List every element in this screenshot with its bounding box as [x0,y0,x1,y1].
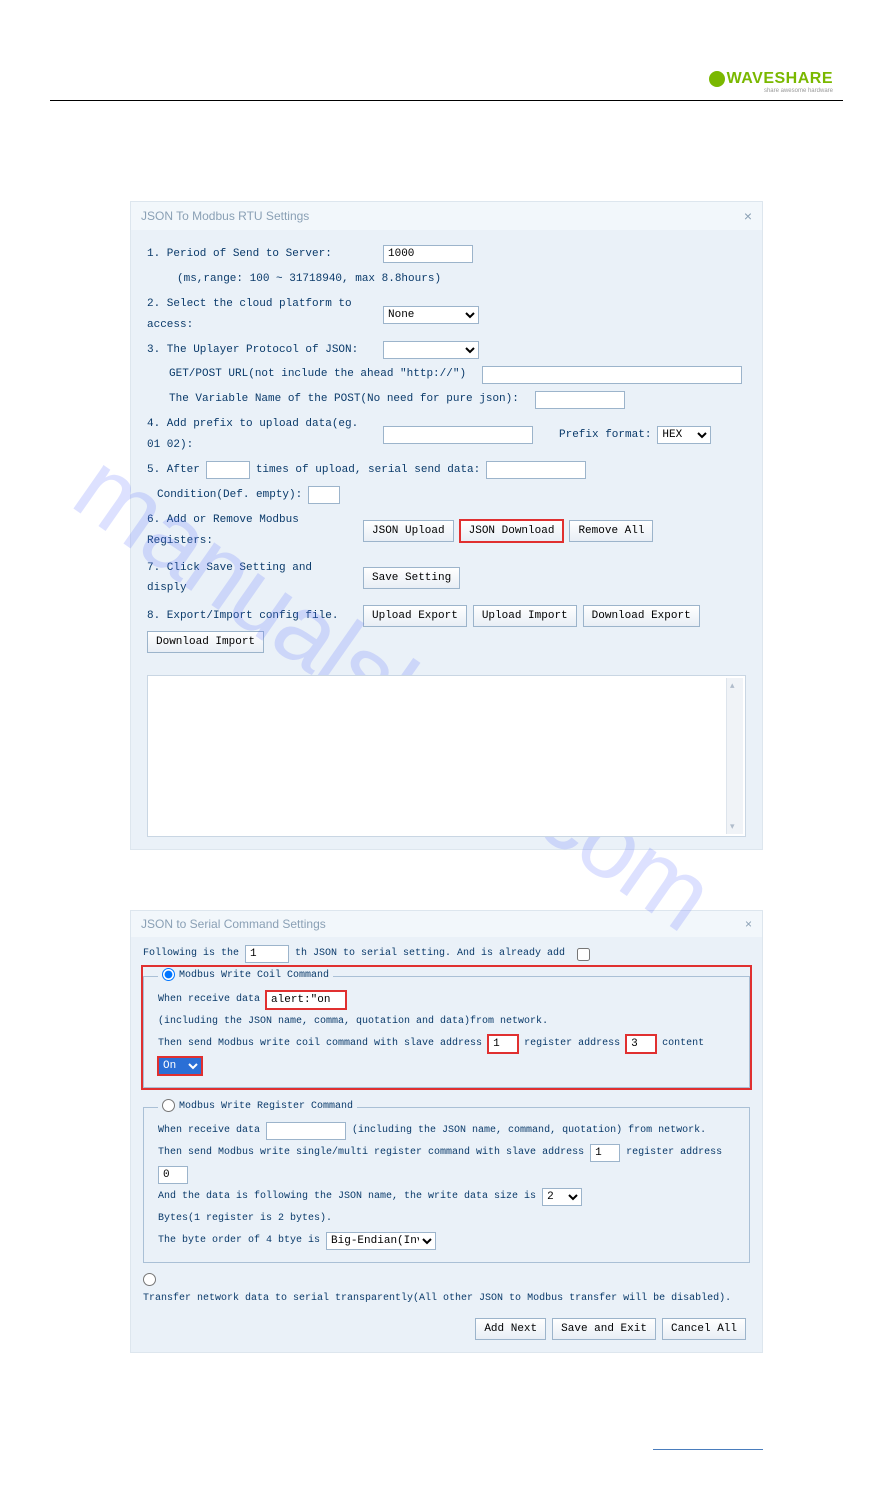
reg-slave-input[interactable] [590,1144,620,1162]
save-setting-button[interactable]: Save Setting [363,567,460,589]
upload-import-button[interactable]: Upload Import [473,605,577,627]
transparent-label: Transfer network data to serial transpar… [143,1290,731,1308]
reg-register-input[interactable] [158,1166,188,1184]
row5-mid: times of upload, serial send data: [256,460,480,481]
save-and-exit-button[interactable]: Save and Exit [552,1318,656,1340]
serial-send-input[interactable] [486,461,586,479]
reg-radio[interactable] [162,1099,175,1112]
coil-radio[interactable] [162,968,175,981]
dialog1-titlebar: JSON To Modbus RTU Settings × [131,202,762,230]
row4-label: 4. Add prefix to upload data(eg. 01 02): [147,414,377,456]
close-icon[interactable]: × [745,917,752,931]
reg-receive-input[interactable] [266,1122,346,1140]
coil-l2c: content [662,1035,704,1053]
reg-l1a: When receive data [158,1122,260,1140]
download-import-button[interactable]: Download Import [147,631,264,653]
row8-label: 8. Export/Import config file. [147,606,357,627]
row4-suffix-label: Prefix format: [559,425,651,446]
cloud-platform-select[interactable]: None [383,306,479,324]
coil-content-select[interactable]: On [158,1057,202,1075]
scroll-down-icon[interactable]: ▾ [730,821,735,832]
reg-l2a: Then send Modbus write single/multi regi… [158,1144,584,1162]
dialog2-titlebar: JSON to Serial Command Settings × [131,911,762,937]
after-times-input[interactable] [206,461,250,479]
row6-label: 6. Add or Remove Modbus Registers: [147,510,357,552]
reg-legend[interactable]: Modbus Write Register Command [158,1098,357,1116]
already-add-checkbox[interactable] [577,948,590,961]
row1-label: 1. Period of Send to Server: [147,244,377,265]
download-export-button[interactable]: Download Export [583,605,700,627]
row5-cond-label: Condition(Def. empty): [157,485,302,506]
remove-all-button[interactable]: Remove All [569,520,653,542]
post-var-input[interactable] [535,391,625,409]
json-download-button[interactable]: JSON Download [460,520,564,542]
reg-radio-label: Modbus Write Register Command [179,1101,353,1112]
logo-text: WAVESHARE [727,70,833,87]
row5-pre: 5. After [147,460,200,481]
json-to-serial-dialog: JSON to Serial Command Settings × Follow… [130,910,763,1353]
scrollbar[interactable]: ▴ ▾ [726,678,743,834]
reg-l4a: The byte order of 4 btye is [158,1232,320,1250]
logo: WAVESHARE share awesome hardware [709,70,833,94]
row1-hint: (ms,range: 100 ~ 31718940, max 8.8hours) [177,269,441,290]
close-icon[interactable]: × [744,208,752,224]
index-input[interactable] [245,945,289,963]
logo-icon [709,71,725,87]
row3-label: 3. The Uplayer Protocol of JSON: [147,340,377,361]
reg-byteorder-select[interactable]: Big-Endian(Invers [326,1232,436,1250]
row7-label: 7. Click Save Setting and disply [147,558,357,600]
upload-export-button[interactable]: Upload Export [363,605,467,627]
reg-l2b: register address [626,1144,722,1162]
url-input[interactable] [482,366,742,384]
add-next-button[interactable]: Add Next [475,1318,546,1340]
reg-l3a: And the data is following the JSON name,… [158,1188,536,1206]
coil-fieldset: Modbus Write Coil Command When receive d… [143,967,750,1088]
reg-l1b: (including the JSON name, command, quota… [352,1122,706,1140]
cancel-all-button[interactable]: Cancel All [662,1318,746,1340]
output-textarea[interactable]: ▴ ▾ [147,675,746,837]
coil-l1b: (including the JSON name, comma, quotati… [158,1013,548,1031]
d2-top-mid: th JSON to serial setting. And is alread… [295,945,565,963]
register-fieldset: Modbus Write Register Command When recei… [143,1098,750,1263]
coil-l2a: Then send Modbus write coil command with… [158,1035,482,1053]
period-input[interactable] [383,245,473,263]
header-divider [50,100,843,101]
dialog1-title: JSON To Modbus RTU Settings [141,209,309,223]
reg-size-select[interactable]: 2 [542,1188,582,1206]
dialog2-title: JSON to Serial Command Settings [141,917,326,931]
d2-top-pre: Following is the [143,945,239,963]
logo-subtext: share awesome hardware [709,88,833,94]
coil-l2b: register address [524,1035,620,1053]
row3b-label: The Variable Name of the POST(No need fo… [169,389,519,410]
footer-rule [130,1443,763,1455]
condition-input[interactable] [308,486,340,504]
uplayer-protocol-select[interactable] [383,341,479,359]
scroll-up-icon[interactable]: ▴ [730,680,735,691]
prefix-format-select[interactable]: HEX [657,426,711,444]
json-upload-button[interactable]: JSON Upload [363,520,454,542]
coil-legend[interactable]: Modbus Write Coil Command [158,967,333,985]
prefix-input[interactable] [383,426,533,444]
transparent-radio[interactable] [143,1273,156,1286]
row2-label: 2. Select the cloud platform to access: [147,294,377,336]
json-to-modbus-dialog: JSON To Modbus RTU Settings × 1. Period … [130,201,763,850]
row3a-label: GET/POST URL(not include the ahead "http… [169,364,466,385]
coil-receive-input[interactable] [266,991,346,1009]
coil-radio-label: Modbus Write Coil Command [179,970,329,981]
coil-l1a: When receive data [158,991,260,1009]
coil-slave-input[interactable] [488,1035,518,1053]
coil-register-input[interactable] [626,1035,656,1053]
reg-l3b: Bytes(1 register is 2 bytes). [158,1210,332,1228]
